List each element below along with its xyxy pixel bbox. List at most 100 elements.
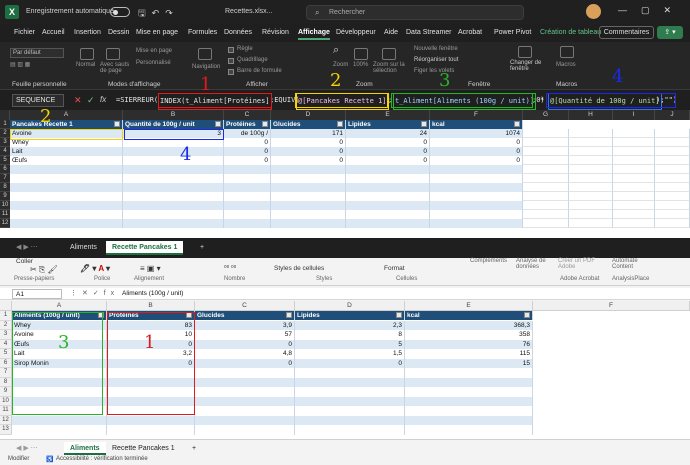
- empty-cell[interactable]: [523, 201, 569, 210]
- add-sheet-button[interactable]: +: [194, 241, 210, 255]
- table-cell[interactable]: [224, 183, 271, 192]
- filter-dropdown-icon[interactable]: [262, 121, 268, 127]
- row-header[interactable]: 2: [0, 320, 12, 330]
- tab-aliments[interactable]: Aliments: [64, 241, 103, 255]
- table-cell[interactable]: Whey: [12, 320, 107, 330]
- empty-cell[interactable]: [569, 183, 613, 192]
- menu-fichier[interactable]: Fichier: [14, 29, 35, 36]
- column-header[interactable]: F: [533, 301, 690, 311]
- confirm-icon[interactable]: ✓: [87, 95, 95, 106]
- table-cell[interactable]: [346, 183, 430, 192]
- table-cell[interactable]: 0: [346, 147, 430, 156]
- table-cell[interactable]: 0: [195, 358, 295, 368]
- table-header-cell[interactable]: kcal: [430, 120, 523, 129]
- table-header-cell[interactable]: Protéines: [224, 120, 271, 129]
- zoom100-icon[interactable]: [354, 48, 368, 60]
- table-cell[interactable]: [12, 406, 107, 416]
- empty-cell[interactable]: [523, 129, 569, 138]
- table-cell[interactable]: [107, 396, 195, 406]
- table-cell[interactable]: [295, 387, 405, 397]
- table-cell[interactable]: Avoine: [10, 129, 123, 138]
- table-cell[interactable]: [12, 396, 107, 406]
- empty-cell[interactable]: [569, 201, 613, 210]
- table-cell[interactable]: [195, 406, 295, 416]
- table-cell[interactable]: 1,5: [295, 349, 405, 359]
- table-cell[interactable]: [295, 377, 405, 387]
- insert-function-icon[interactable]: fx: [100, 95, 106, 104]
- column-header[interactable]: G: [523, 110, 569, 120]
- table-cell[interactable]: [405, 396, 533, 406]
- empty-cell[interactable]: [655, 201, 690, 210]
- empty-cell[interactable]: [613, 156, 655, 165]
- table-cell[interactable]: 5: [295, 339, 405, 349]
- quick-access-icons[interactable]: 🖫↶↷: [138, 6, 179, 22]
- table-cell[interactable]: 3,9: [195, 320, 295, 330]
- table-cell[interactable]: [195, 387, 295, 397]
- table-cell[interactable]: [271, 183, 346, 192]
- table-cell[interactable]: 24: [346, 129, 430, 138]
- search-box[interactable]: ⌕ Rechercher: [306, 5, 524, 20]
- table-cell[interactable]: [107, 377, 195, 387]
- filter-dropdown-icon[interactable]: [396, 312, 402, 318]
- table-cell[interactable]: 0: [295, 358, 405, 368]
- menu-accueil[interactable]: Accueil: [42, 29, 65, 36]
- add-sheet-button-bottom[interactable]: +: [186, 442, 202, 455]
- column-header[interactable]: E: [346, 110, 430, 120]
- menu-insertion[interactable]: Insertion: [74, 29, 101, 36]
- table-cell[interactable]: [12, 368, 107, 378]
- macros-label[interactable]: Macros: [556, 62, 576, 68]
- table-cell[interactable]: [107, 425, 195, 435]
- font-format-icons[interactable]: 🖊 ▾ A ▾: [80, 264, 110, 273]
- table-cell[interactable]: [12, 377, 107, 387]
- filter-dropdown-icon[interactable]: [215, 121, 221, 127]
- empty-cell[interactable]: [523, 174, 569, 183]
- table-cell[interactable]: [224, 210, 271, 219]
- table-cell[interactable]: [405, 406, 533, 416]
- table-cell[interactable]: [271, 201, 346, 210]
- table-cell[interactable]: [195, 368, 295, 378]
- column-header[interactable]: I: [613, 110, 655, 120]
- table-cell[interactable]: 0: [430, 138, 523, 147]
- cell-styles-button[interactable]: Styles de cellules: [274, 265, 324, 272]
- window-controls[interactable]: —▢✕: [618, 5, 685, 16]
- column-header[interactable]: D: [271, 110, 346, 120]
- tab-recette-pancakes[interactable]: Recette Pancakes 1: [106, 241, 184, 255]
- name-box[interactable]: SEQUENCE: [12, 94, 64, 107]
- menu-mise-en-page[interactable]: Mise en page: [136, 29, 178, 36]
- table-cell[interactable]: [107, 415, 195, 425]
- row-header[interactable]: 13: [0, 425, 12, 435]
- table-cell[interactable]: 358: [405, 330, 533, 340]
- empty-cell[interactable]: [523, 219, 569, 228]
- table-cell[interactable]: Lait: [10, 147, 123, 156]
- empty-cell[interactable]: [523, 138, 569, 147]
- table-cell[interactable]: [271, 165, 346, 174]
- table-cell[interactable]: [430, 183, 523, 192]
- table-cell[interactable]: [405, 425, 533, 435]
- table-cell[interactable]: [271, 219, 346, 228]
- table-cell[interactable]: 368,3: [405, 320, 533, 330]
- row-header[interactable]: 3: [0, 138, 10, 147]
- empty-cell[interactable]: [523, 192, 569, 201]
- menu-donnees[interactable]: Données: [224, 29, 252, 36]
- zoom-label[interactable]: Zoom: [333, 62, 348, 68]
- empty-cell[interactable]: [655, 174, 690, 183]
- table-cell[interactable]: 3: [123, 129, 224, 138]
- table-cell[interactable]: 4,8: [195, 349, 295, 359]
- table-cell[interactable]: 15: [405, 358, 533, 368]
- empty-cell[interactable]: [655, 183, 690, 192]
- select-all[interactable]: [0, 110, 10, 120]
- table-cell[interactable]: [405, 368, 533, 378]
- table-cell[interactable]: [195, 425, 295, 435]
- table-cell[interactable]: [123, 138, 224, 147]
- table-cell[interactable]: 0: [224, 147, 271, 156]
- empty-cell[interactable]: [523, 147, 569, 156]
- menu-power-pivot[interactable]: Power Pivot: [494, 29, 531, 36]
- row-header[interactable]: 4: [0, 147, 10, 156]
- column-header[interactable]: B: [123, 110, 224, 120]
- number-icons[interactable]: ⁰⁰ ⁰⁰: [224, 264, 236, 272]
- empty-cell[interactable]: [655, 138, 690, 147]
- column-header[interactable]: B: [107, 301, 195, 311]
- table-cell[interactable]: [271, 174, 346, 183]
- table-cell[interactable]: [123, 192, 224, 201]
- table-cell[interactable]: [346, 201, 430, 210]
